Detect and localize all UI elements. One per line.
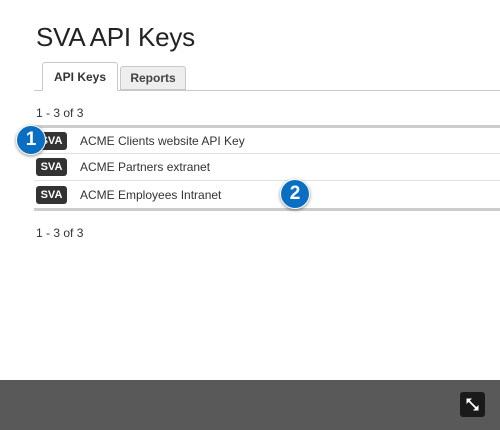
api-key-name[interactable]: ACME Employees Intranet <box>80 188 221 202</box>
pagination-count-bottom: 1 - 3 of 3 <box>36 226 84 240</box>
tab-bar: API Keys Reports <box>0 62 500 91</box>
api-key-name[interactable]: ACME Partners extranet <box>80 160 210 174</box>
tab-api-keys[interactable]: API Keys <box>42 62 118 91</box>
sva-badge: SVA <box>36 185 67 204</box>
callout-marker-2: 2 <box>280 179 310 209</box>
sva-badge: SVA <box>36 158 67 176</box>
expand-icon <box>466 398 479 411</box>
api-key-row[interactable]: SVA ACME Employees Intranet <box>34 181 500 208</box>
callout-marker-1: 1 <box>16 125 46 155</box>
footer-bar <box>0 380 500 430</box>
expand-button[interactable] <box>460 392 485 417</box>
tab-reports[interactable]: Reports <box>120 66 186 90</box>
api-key-list: SVA ACME Clients website API Key SVA ACM… <box>34 125 500 211</box>
api-key-row[interactable]: SVA ACME Clients website API Key <box>34 128 500 154</box>
pagination-count-top: 1 - 3 of 3 <box>36 106 84 120</box>
api-key-name[interactable]: ACME Clients website API Key <box>80 134 245 148</box>
api-key-row[interactable]: SVA ACME Partners extranet <box>34 154 500 181</box>
page-title: SVA API Keys <box>36 22 195 52</box>
